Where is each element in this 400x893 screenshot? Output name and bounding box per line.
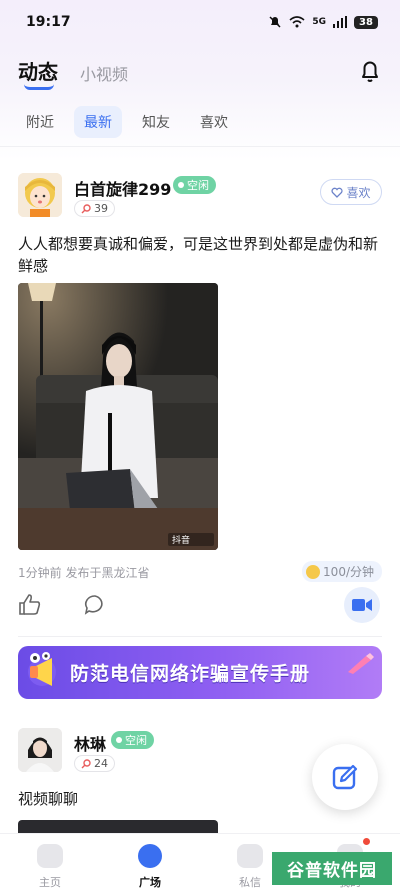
status-badge: 空闲 bbox=[173, 176, 216, 194]
home-icon bbox=[37, 844, 63, 868]
promo-banner[interactable]: 防范电信网络诈骗宣传手册 bbox=[18, 646, 382, 699]
tab-dynamics[interactable]: 动态 bbox=[18, 56, 58, 85]
wifi-icon bbox=[289, 16, 305, 28]
price-value: 100/分钟 bbox=[323, 565, 374, 579]
chip-nearby[interactable]: 附近 bbox=[16, 106, 64, 138]
compass-icon bbox=[138, 844, 162, 868]
video-call-button[interactable] bbox=[344, 587, 380, 623]
bell-icon[interactable] bbox=[358, 58, 382, 84]
photo-watermark: 抖音 bbox=[172, 534, 190, 545]
signal-icon bbox=[333, 16, 347, 28]
status-bar: 19:17 5G 38 bbox=[0, 0, 400, 44]
nav-messages-label: 私信 bbox=[239, 876, 261, 889]
username[interactable]: 白首旋律299 bbox=[74, 176, 171, 200]
banner-text: 防范电信网络诈骗宣传手册 bbox=[70, 663, 311, 685]
bell-muted-icon bbox=[269, 16, 281, 28]
message-icon bbox=[237, 844, 263, 868]
avatar-illustration bbox=[18, 173, 62, 217]
pin-icon bbox=[81, 203, 91, 213]
level-value: 39 bbox=[94, 202, 108, 215]
comment-icon[interactable] bbox=[84, 594, 106, 615]
tab-short-video[interactable]: 小视频 bbox=[80, 61, 128, 85]
status-label: 空闲 bbox=[125, 734, 147, 747]
post-text: 人人都想要真诚和偏爱，可是这世界到处都是虚伪和新鲜感 bbox=[18, 235, 379, 275]
like-button[interactable]: 喜欢 bbox=[320, 179, 382, 205]
avatar[interactable] bbox=[18, 728, 62, 772]
nav-square[interactable]: 广场 bbox=[100, 834, 200, 893]
like-label: 喜欢 bbox=[346, 185, 371, 200]
status-dot bbox=[178, 182, 184, 188]
battery-indicator: 38 bbox=[354, 15, 378, 29]
network-label: 5G bbox=[312, 17, 326, 27]
chip-likes[interactable]: 喜欢 bbox=[190, 106, 238, 138]
chip-friends[interactable]: 知友 bbox=[132, 106, 180, 138]
header: 动态 小视频 bbox=[18, 54, 382, 94]
chip-latest[interactable]: 最新 bbox=[74, 106, 122, 138]
level-badge: 39 bbox=[74, 200, 115, 217]
username[interactable]: 林琳 bbox=[74, 731, 106, 755]
avatar-photo bbox=[18, 728, 62, 772]
status-time: 19:17 bbox=[26, 14, 71, 30]
nav-home[interactable]: 主页 bbox=[0, 834, 100, 893]
video-camera-icon bbox=[352, 599, 372, 611]
level-value: 24 bbox=[94, 757, 108, 770]
price-badge: 100/分钟 bbox=[302, 561, 382, 582]
status-dot bbox=[116, 737, 122, 743]
post-photo[interactable]: 抖音 bbox=[18, 283, 218, 550]
nav-square-label: 广场 bbox=[139, 876, 161, 889]
edit-icon bbox=[332, 764, 358, 790]
filter-chips: 附近 最新 知友 喜欢 bbox=[16, 106, 238, 138]
megaphone-icon bbox=[28, 652, 56, 686]
post-divider bbox=[18, 636, 382, 637]
heart-icon bbox=[331, 187, 344, 198]
header-separator bbox=[0, 146, 400, 147]
thumbs-up-icon[interactable] bbox=[18, 593, 42, 615]
level-badge: 24 bbox=[74, 755, 115, 772]
status-badge: 空闲 bbox=[111, 731, 154, 749]
status-label: 空闲 bbox=[187, 179, 209, 192]
photo-illustration: 抖音 bbox=[18, 283, 218, 550]
tab-active-indicator bbox=[24, 84, 54, 90]
pin-icon bbox=[81, 758, 91, 768]
pencil-decoration-icon bbox=[348, 653, 374, 674]
coin-icon bbox=[306, 564, 321, 579]
compose-button[interactable] bbox=[312, 744, 378, 810]
nav-home-label: 主页 bbox=[39, 876, 61, 889]
avatar[interactable] bbox=[18, 173, 62, 217]
notification-dot bbox=[363, 838, 370, 845]
post-card: 白首旋律299 空闲 39 喜欢 人人都想要真诚和偏爱，可是这世界到处都是虚伪和… bbox=[18, 173, 382, 623]
status-icons: 5G 38 bbox=[268, 15, 378, 29]
site-watermark: 谷普软件园 bbox=[272, 852, 392, 885]
post-meta: 1分钟前 发布于黑龙江省 bbox=[18, 566, 150, 580]
